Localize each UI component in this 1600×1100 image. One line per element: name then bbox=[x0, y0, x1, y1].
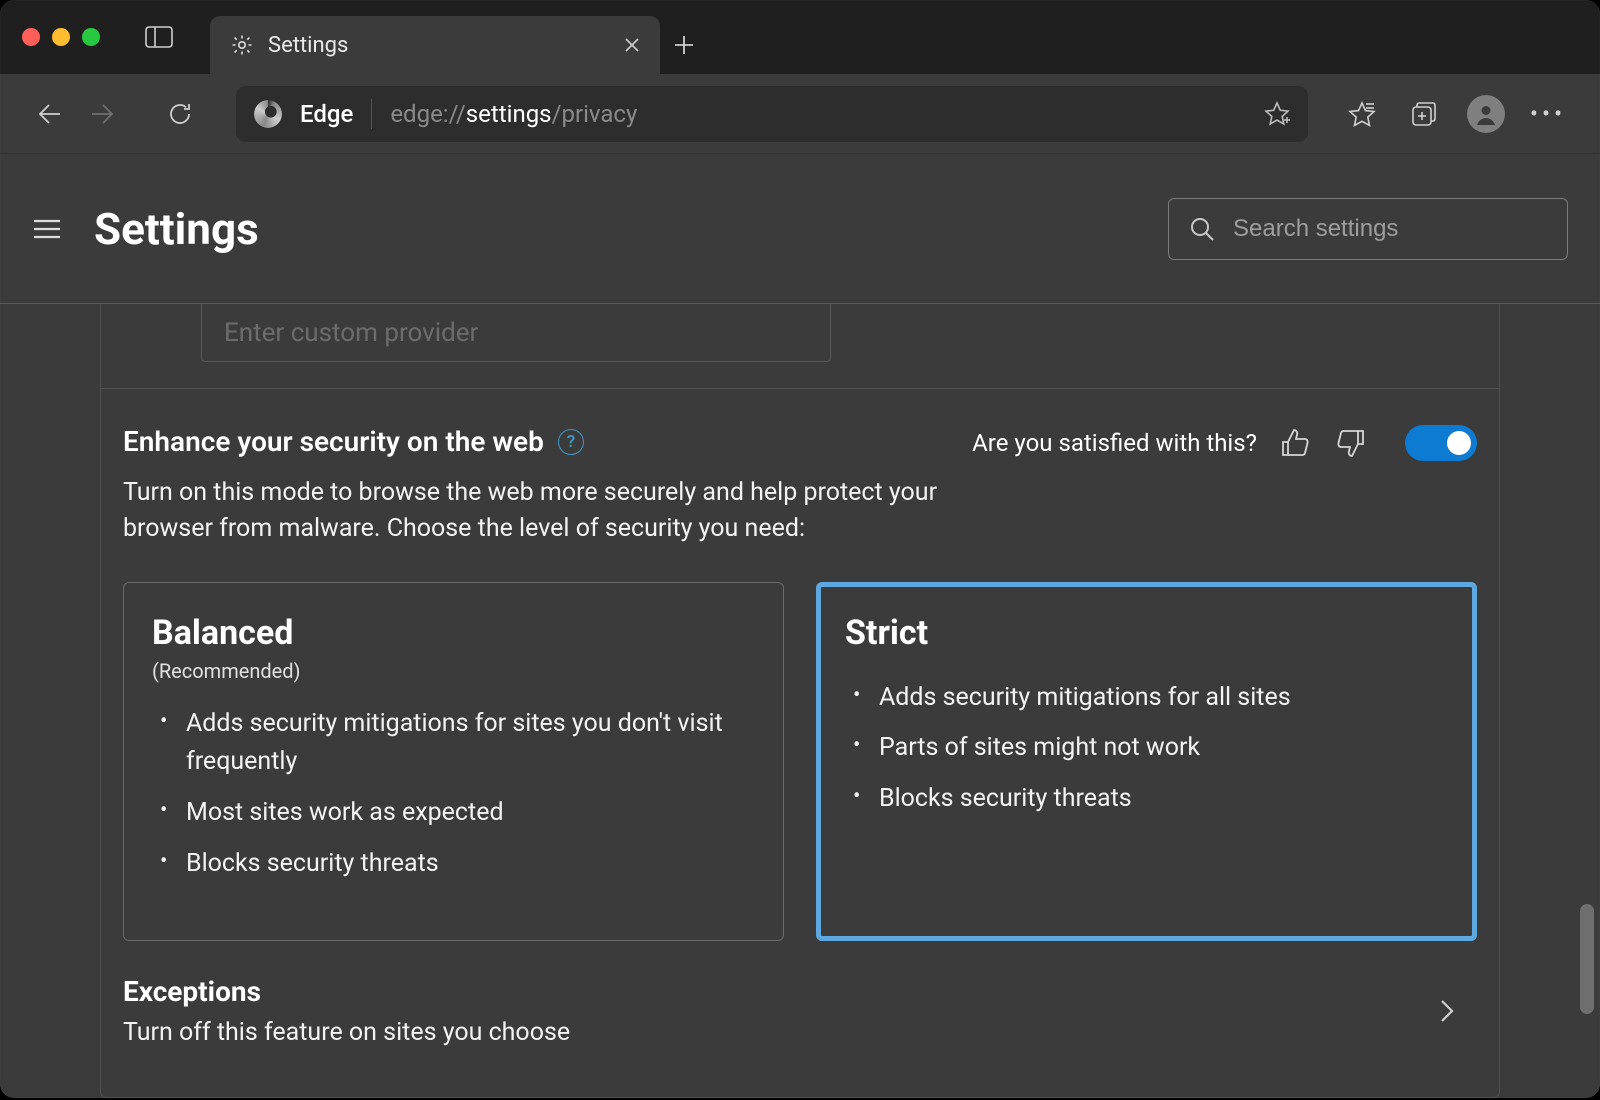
maximize-window-button[interactable] bbox=[82, 28, 100, 46]
collections-button[interactable] bbox=[1398, 88, 1450, 140]
address-bar[interactable]: Edge edge://settings/privacy bbox=[236, 86, 1308, 142]
card-bullet: Blocks security threats bbox=[158, 845, 755, 884]
search-settings-box[interactable] bbox=[1168, 198, 1568, 260]
browser-toolbar: Edge edge://settings/privacy ••• bbox=[0, 74, 1600, 154]
feedback-prompt: Are you satisfied with this? bbox=[972, 429, 1257, 457]
help-icon[interactable]: ? bbox=[558, 429, 584, 455]
card-title: Balanced bbox=[152, 613, 755, 653]
profile-button[interactable] bbox=[1460, 88, 1512, 140]
exceptions-title: Exceptions bbox=[123, 975, 570, 1008]
exceptions-description: Turn off this feature on sites you choos… bbox=[123, 1018, 570, 1047]
page-title: Settings bbox=[94, 203, 259, 255]
exceptions-row[interactable]: Exceptions Turn off this feature on site… bbox=[123, 941, 1477, 1079]
search-settings-input[interactable] bbox=[1233, 215, 1547, 243]
forward-button[interactable] bbox=[78, 90, 126, 138]
section-description: Turn on this mode to browse the web more… bbox=[123, 475, 953, 548]
card-subtitle: (Recommended) bbox=[152, 659, 755, 683]
address-url: edge://settings/privacy bbox=[390, 100, 637, 128]
security-level-cards: Balanced (Recommended) Adds security mit… bbox=[123, 582, 1477, 941]
settings-header: Settings bbox=[0, 154, 1600, 304]
more-menu-button[interactable]: ••• bbox=[1522, 88, 1574, 140]
custom-provider-input[interactable]: Enter custom provider bbox=[201, 304, 831, 362]
edge-logo-icon bbox=[254, 100, 282, 128]
card-bullets: Adds security mitigations for sites you … bbox=[152, 705, 755, 884]
tab-settings[interactable]: Settings bbox=[210, 16, 660, 74]
previous-section-footer: Enter custom provider bbox=[101, 304, 1499, 389]
thumbs-up-button[interactable] bbox=[1277, 425, 1313, 461]
tabstrip: Settings bbox=[210, 0, 708, 74]
security-card-strict[interactable]: Strict Adds security mitigations for all… bbox=[816, 582, 1477, 941]
gear-icon bbox=[230, 33, 254, 57]
settings-content: Enter custom provider Enhance your secur… bbox=[100, 304, 1500, 1098]
section-title: Enhance your security on the web bbox=[123, 425, 544, 458]
card-title: Strict bbox=[845, 613, 1448, 653]
settings-body: Enter custom provider Enhance your secur… bbox=[0, 304, 1600, 1098]
section-header: Enhance your security on the web ? Are y… bbox=[123, 425, 1477, 461]
address-separator bbox=[371, 99, 372, 129]
hamburger-menu-button[interactable] bbox=[32, 217, 66, 241]
card-bullet: Adds security mitigations for sites you … bbox=[158, 705, 755, 783]
card-bullets: Adds security mitigations for all sites … bbox=[845, 679, 1448, 819]
address-brand: Edge bbox=[300, 100, 353, 128]
toolbar-actions: ••• bbox=[1336, 88, 1574, 140]
back-button[interactable] bbox=[26, 90, 74, 138]
new-tab-button[interactable] bbox=[660, 16, 708, 74]
thumbs-down-button[interactable] bbox=[1333, 425, 1369, 461]
scrollbar[interactable] bbox=[1574, 304, 1600, 1098]
titlebar: Settings bbox=[0, 0, 1600, 74]
enhance-security-section: Enhance your security on the web ? Are y… bbox=[101, 389, 1499, 1097]
avatar-icon bbox=[1467, 95, 1505, 133]
favorites-button[interactable] bbox=[1336, 88, 1388, 140]
favorite-star-button[interactable] bbox=[1264, 101, 1290, 127]
card-bullet: Adds security mitigations for all sites bbox=[851, 679, 1448, 718]
card-bullet: Most sites work as expected bbox=[158, 794, 755, 833]
search-icon bbox=[1189, 216, 1215, 242]
close-window-button[interactable] bbox=[22, 28, 40, 46]
security-card-balanced[interactable]: Balanced (Recommended) Adds security mit… bbox=[123, 582, 784, 941]
scrollbar-thumb[interactable] bbox=[1580, 904, 1594, 1014]
browser-window: Settings Edge edge://settings/priva bbox=[0, 0, 1600, 1098]
window-controls bbox=[22, 28, 100, 46]
card-bullet: Blocks security threats bbox=[851, 780, 1448, 819]
tab-overview-button[interactable] bbox=[144, 25, 174, 49]
minimize-window-button[interactable] bbox=[52, 28, 70, 46]
reload-button[interactable] bbox=[156, 90, 204, 138]
enhance-security-toggle[interactable] bbox=[1405, 425, 1477, 461]
tab-title: Settings bbox=[268, 33, 348, 58]
card-bullet: Parts of sites might not work bbox=[851, 729, 1448, 768]
chevron-right-icon bbox=[1437, 995, 1467, 1027]
close-tab-button[interactable] bbox=[624, 37, 640, 53]
